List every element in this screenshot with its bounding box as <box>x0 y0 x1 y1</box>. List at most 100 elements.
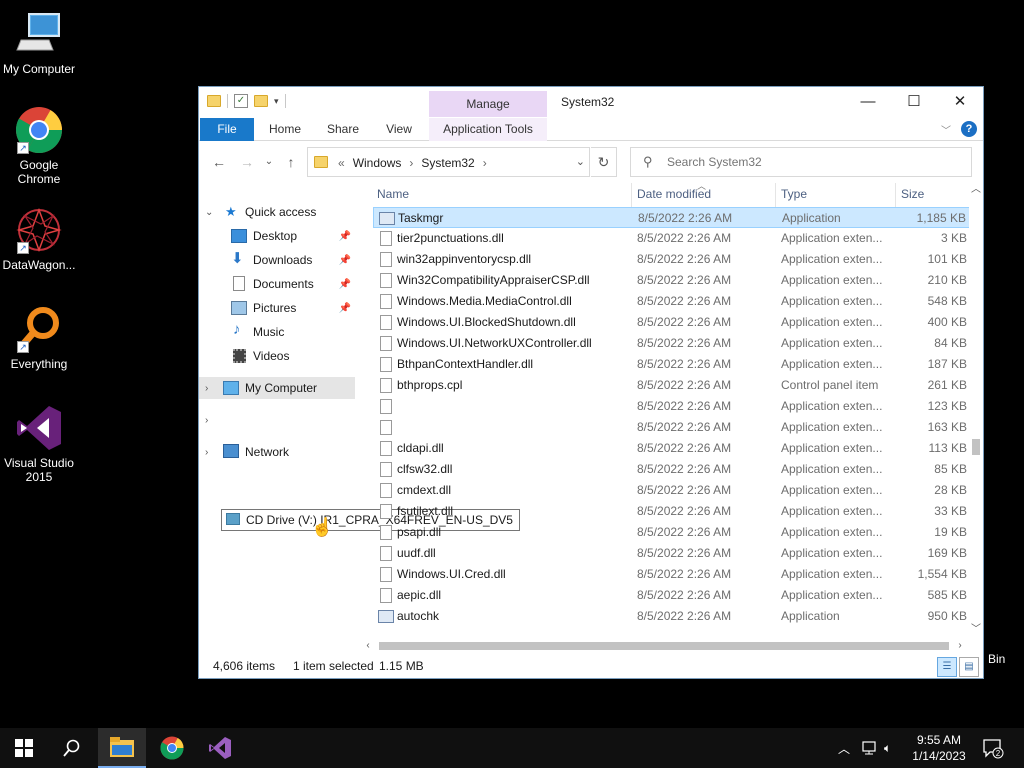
pin-icon[interactable]: 📌 <box>339 279 351 290</box>
file-row[interactable]: win32appinventorycsp.dll 8/5/2022 2:26 AM… <box>373 249 969 270</box>
column-header-type[interactable]: Type <box>781 187 807 201</box>
desktop-icon-visual-studio[interactable]: Visual Studio 2015 <box>0 404 78 484</box>
taskbar-file-explorer[interactable] <box>98 728 146 768</box>
breadcrumb-windows[interactable]: Windows <box>353 156 402 170</box>
tab-file[interactable]: File <box>200 118 254 141</box>
file-row[interactable]: psapi.dll 8/5/2022 2:26 AM Application ext… <box>373 522 969 543</box>
volume-icon[interactable]: 🔈︎ <box>884 728 891 768</box>
scroll-thumb[interactable] <box>379 642 949 650</box>
close-button[interactable]: ✕ <box>937 87 983 117</box>
minimize-button[interactable]: — <box>845 87 891 117</box>
file-list[interactable]: Name ︿ Date modified Type Size Taskmgr 8/… <box>373 183 969 638</box>
breadcrumb-separator[interactable]: › <box>409 156 413 170</box>
maximize-button[interactable]: ☐ <box>891 87 937 117</box>
scroll-left-icon[interactable]: ‹ <box>361 639 375 653</box>
desktop-icon-datawagon[interactable]: ↗ DataWagon... <box>0 206 78 272</box>
scroll-right-icon[interactable]: › <box>953 639 967 653</box>
file-row[interactable]: cmdext.dll 8/5/2022 2:26 AM Application ex… <box>373 480 969 501</box>
nav-quick-access[interactable]: ⌄ ★ Quick access <box>199 201 355 223</box>
column-header-date[interactable]: Date modified <box>637 187 711 201</box>
title-bar[interactable]: ✓ ▾ Manage System32 — ☐ ✕ <box>199 87 983 119</box>
refresh-icon[interactable]: ↻ <box>591 147 617 177</box>
file-row[interactable]: Windows.UI.Cred.dll 8/5/2022 2:26 AM Appli… <box>373 564 969 585</box>
file-row[interactable]: uudf.dll 8/5/2022 2:26 AM Application exte… <box>373 543 969 564</box>
file-row[interactable]: tier2punctuations.dll 8/5/2022 2:26 AM App… <box>373 228 969 249</box>
file-row[interactable]: Win32CompatibilityAppraiserCSP.dll 8/5/20… <box>373 270 969 291</box>
show-hidden-icons-button[interactable]: ︿ <box>838 728 850 768</box>
address-overflow[interactable]: « <box>338 156 345 170</box>
taskbar-search-button[interactable] <box>48 728 96 768</box>
column-header-size[interactable]: Size <box>901 187 924 201</box>
chevron-right-icon[interactable]: › <box>205 415 208 426</box>
file-row[interactable]: BthpanContextHandler.dll 8/5/2022 2:26 AM… <box>373 354 969 375</box>
vertical-scrollbar[interactable]: ︿ ﹀ <box>969 183 983 638</box>
nav-item-my-computer[interactable]: › My Computer <box>199 377 355 399</box>
file-row[interactable]: fsutilext.dll 8/5/2022 2:26 AM Application… <box>373 501 969 522</box>
pin-icon[interactable]: 📌 <box>339 303 351 314</box>
column-divider[interactable] <box>775 183 776 207</box>
file-row[interactable]: Taskmgr 8/5/2022 2:26 AM Application 1,185 … <box>373 207 969 228</box>
nav-item-videos[interactable]: Videos <box>199 345 355 367</box>
column-divider[interactable] <box>895 183 896 207</box>
file-row[interactable]: 8/5/2022 2:26 AM Application exten... 163 … <box>373 417 969 438</box>
chevron-down-icon[interactable]: ⌄ <box>576 155 585 168</box>
nav-item-music[interactable]: ♪ Music <box>199 321 355 343</box>
folder-icon[interactable] <box>207 95 221 107</box>
clock[interactable]: 9:55 AM 1/14/2023 <box>904 732 974 764</box>
up-arrow-icon[interactable]: ↑ <box>281 152 301 172</box>
action-center-button[interactable]: 2 <box>982 728 1004 768</box>
breadcrumb-system32[interactable]: System32 <box>421 156 474 170</box>
nav-item-cd-drive[interactable]: › <box>199 409 355 431</box>
file-explorer-window[interactable]: ✓ ▾ Manage System32 — ☐ ✕ File Home Shar… <box>198 86 984 679</box>
nav-item-network[interactable]: › Network <box>199 441 355 463</box>
file-row[interactable]: bthprops.cpl 8/5/2022 2:26 AM Control pane… <box>373 375 969 396</box>
search-box[interactable]: ⚲ <box>630 147 972 177</box>
tab-application-tools[interactable]: Application Tools <box>429 118 547 141</box>
nav-item-pictures[interactable]: Pictures 📌 <box>199 297 355 319</box>
manage-contextual-tab[interactable]: Manage <box>429 91 547 117</box>
desktop-icon-my-computer[interactable]: My Computer <box>0 10 78 76</box>
column-header-name[interactable]: Name <box>377 187 409 201</box>
taskbar-chrome[interactable] <box>148 728 196 768</box>
search-input[interactable] <box>667 152 957 172</box>
network-status-icon[interactable] <box>862 728 880 768</box>
pin-icon[interactable]: 📌 <box>339 255 351 266</box>
desktop-icon-everything[interactable]: ↗ Everything <box>0 305 78 371</box>
horizontal-scrollbar[interactable]: ‹ › <box>361 639 969 653</box>
tab-share[interactable]: Share <box>319 118 367 141</box>
customize-toolbar-icon[interactable]: ▾ <box>274 96 279 107</box>
file-row[interactable]: 8/5/2022 2:26 AM Application exten... 123 … <box>373 396 969 417</box>
expand-ribbon-icon[interactable]: ﹀ <box>941 122 951 137</box>
desktop-icon-google-chrome[interactable]: ↗ Google Chrome <box>0 106 78 186</box>
scroll-thumb[interactable] <box>972 439 980 455</box>
file-row[interactable]: Windows.UI.NetworkUXController.dll 8/5/20… <box>373 333 969 354</box>
forward-arrow-icon[interactable]: → <box>237 152 257 172</box>
pin-icon[interactable]: 📌 <box>339 231 351 242</box>
nav-item-documents[interactable]: Documents 📌 <box>199 273 355 295</box>
nav-item-desktop[interactable]: Desktop 📌 <box>199 225 355 247</box>
address-bar[interactable]: « Windows › System32 › ⌄ <box>307 147 590 177</box>
tab-view[interactable]: View <box>375 118 423 141</box>
chevron-right-icon[interactable]: › <box>205 447 208 458</box>
scroll-up-icon[interactable]: ︿ <box>969 183 983 197</box>
recycle-bin-label[interactable]: Bin <box>988 652 1005 666</box>
file-row[interactable]: cldapi.dll 8/5/2022 2:26 AM Application ex… <box>373 438 969 459</box>
nav-item-downloads[interactable]: ⬇ Downloads 📌 <box>199 249 355 271</box>
scroll-down-icon[interactable]: ﹀ <box>969 623 983 637</box>
new-folder-icon[interactable] <box>254 95 268 107</box>
taskbar-visual-studio[interactable] <box>196 728 244 768</box>
start-button[interactable] <box>0 728 48 768</box>
recent-locations-icon[interactable]: ⌄ <box>259 152 279 172</box>
chevron-down-icon[interactable]: ⌄ <box>205 207 213 218</box>
breadcrumb-separator[interactable]: › <box>483 156 487 170</box>
details-view-icon[interactable]: ☰ <box>937 657 957 677</box>
column-divider[interactable] <box>631 183 632 207</box>
back-arrow-icon[interactable]: ← <box>209 152 229 172</box>
file-row[interactable]: Windows.UI.BlockedShutdown.dll 8/5/2022 2… <box>373 312 969 333</box>
file-row[interactable]: aepic.dll 8/5/2022 2:26 AM Application ext… <box>373 585 969 606</box>
file-row[interactable]: Windows.Media.MediaControl.dll 8/5/2022 2… <box>373 291 969 312</box>
file-row[interactable]: clfsw32.dll 8/5/2022 2:26 AM Application e… <box>373 459 969 480</box>
chevron-right-icon[interactable]: › <box>205 383 208 394</box>
properties-icon[interactable]: ✓ <box>234 94 248 108</box>
file-row[interactable]: autochk 8/5/2022 2:26 AM Application 950 KB <box>373 606 969 627</box>
